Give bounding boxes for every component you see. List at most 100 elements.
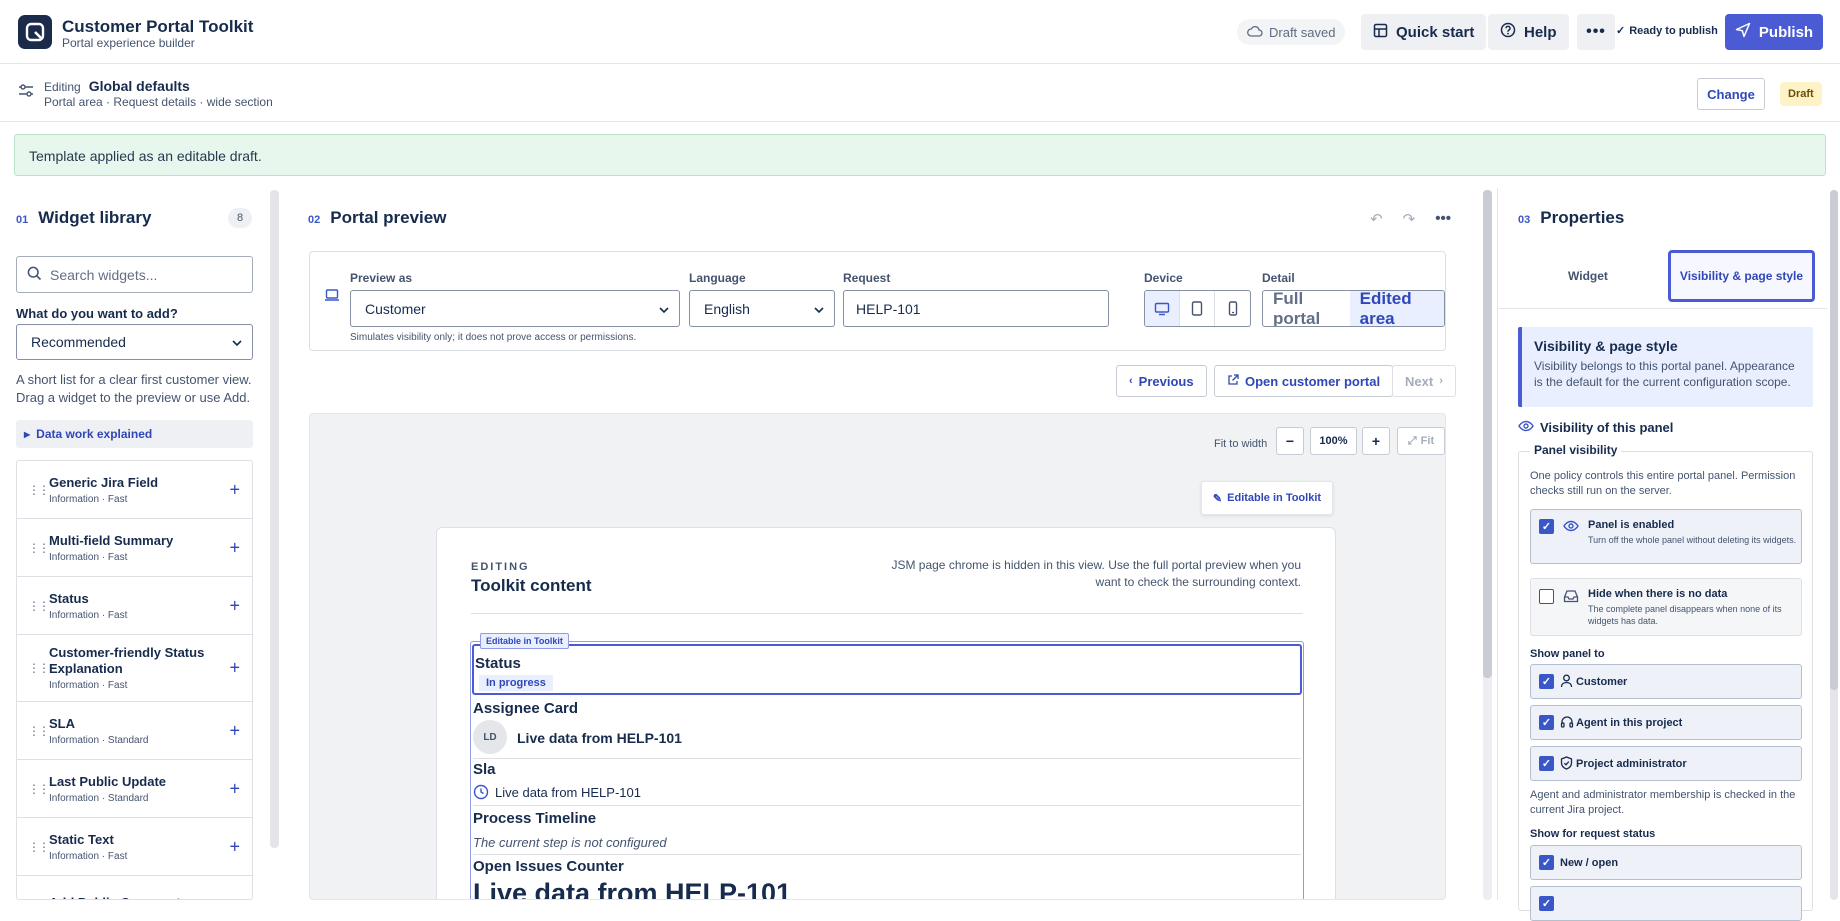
role-checkbox[interactable]: ✓ bbox=[1539, 715, 1554, 730]
panel-enabled-title: Panel is enabled bbox=[1588, 519, 1675, 531]
library-scrollbar[interactable] bbox=[270, 190, 279, 848]
previous-label: Previous bbox=[1138, 373, 1194, 389]
preview-as-select[interactable]: Customer bbox=[350, 290, 680, 327]
role-checkbox[interactable]: ✓ bbox=[1539, 674, 1554, 689]
recommendation-select[interactable]: Recommended bbox=[16, 324, 253, 360]
draft-status: Draft saved bbox=[1237, 19, 1346, 45]
preview-as-label: Preview as bbox=[350, 271, 413, 285]
role-option-customer[interactable]: ✓ Customer bbox=[1530, 664, 1802, 699]
app-logo[interactable] bbox=[18, 15, 52, 49]
status-checkbox[interactable]: ✓ bbox=[1539, 896, 1554, 911]
preview-toolbar: ↶ ↷ ••• bbox=[1370, 210, 1451, 228]
add-widget-icon[interactable]: + bbox=[229, 894, 240, 899]
widget-list-item[interactable]: ⋮⋮Add Public Comment+ bbox=[17, 876, 252, 899]
role-option-agent[interactable]: ✓ Agent in this project bbox=[1530, 705, 1802, 740]
tab-visibility[interactable]: Visibility & page style bbox=[1668, 250, 1815, 302]
template-notice: Template applied as an editable draft. bbox=[14, 134, 1826, 176]
hide-when-empty-option[interactable]: Hide when there is no data The complete … bbox=[1530, 578, 1802, 636]
quick-start-button[interactable]: Quick start bbox=[1361, 14, 1487, 50]
status-widget-selected[interactable]: Status In progress bbox=[472, 644, 1302, 695]
widget-meta: Information · Fast bbox=[49, 850, 128, 862]
open-customer-portal-button[interactable]: Open customer portal bbox=[1214, 365, 1394, 397]
card-title: Toolkit content bbox=[471, 576, 592, 595]
widget-list-item[interactable]: ⋮⋮ Multi-field Summary Information · Fast + bbox=[17, 519, 252, 577]
drag-handle-icon[interactable]: ⋮⋮ bbox=[28, 840, 50, 854]
widget-divider bbox=[473, 758, 1301, 759]
language-select[interactable]: English bbox=[689, 290, 835, 327]
fit-button[interactable]: ⤢ Fit bbox=[1397, 427, 1445, 455]
properties-header: 03 Properties bbox=[1518, 208, 1624, 228]
drag-handle-icon[interactable]: ⋮⋮ bbox=[28, 599, 50, 613]
role-option-admin[interactable]: ✓ Project administrator bbox=[1530, 746, 1802, 781]
draft-badge: Draft bbox=[1780, 82, 1822, 106]
add-widget-icon[interactable]: + bbox=[229, 537, 240, 558]
library-header: 01 Widget library bbox=[16, 208, 151, 228]
portal-preview-panel: 02 Portal preview ↶ ↷ ••• Preview as Cus… bbox=[286, 188, 1495, 900]
drag-handle-icon[interactable]: ⋮⋮ bbox=[28, 483, 50, 497]
tab-widget[interactable]: Widget bbox=[1518, 250, 1658, 302]
widget-list-item[interactable]: ⋮⋮ Generic Jira Field Information · Fast + bbox=[17, 461, 252, 519]
panel-visibility-legend: Panel visibility bbox=[1530, 443, 1622, 457]
zoom-out-button[interactable]: − bbox=[1276, 427, 1304, 455]
detail-label: Detail bbox=[1262, 271, 1295, 285]
request-label: Request bbox=[843, 271, 891, 285]
request-input[interactable]: HELP-101 bbox=[843, 290, 1109, 327]
phone-icon[interactable] bbox=[1215, 291, 1250, 326]
panel-enabled-checkbox[interactable]: ✓ bbox=[1539, 519, 1554, 534]
add-widget-icon[interactable]: + bbox=[229, 720, 240, 741]
drag-handle-icon[interactable]: ⋮⋮ bbox=[28, 782, 50, 796]
tablet-icon[interactable] bbox=[1180, 291, 1215, 326]
add-widget-icon[interactable]: + bbox=[229, 595, 240, 616]
change-scope-button[interactable]: Change bbox=[1697, 78, 1765, 110]
fit-to-width-label: Fit to width bbox=[1214, 438, 1268, 450]
redo-icon[interactable]: ↷ bbox=[1403, 210, 1416, 228]
widget-list-item[interactable]: ⋮⋮ Last Public Update Information · Standa… bbox=[17, 760, 252, 818]
editable-tag: Editable in Toolkit bbox=[480, 633, 569, 649]
status-option-next[interactable]: ✓ bbox=[1530, 886, 1802, 921]
counter-widget-title[interactable]: Open Issues Counter bbox=[473, 858, 624, 875]
search-input[interactable] bbox=[50, 266, 230, 283]
editable-in-toolkit-chip[interactable]: ✎ Editable in Toolkit bbox=[1201, 481, 1333, 515]
drag-handle-icon[interactable]: ⋮⋮ bbox=[28, 724, 50, 738]
role-checkbox[interactable]: ✓ bbox=[1539, 756, 1554, 771]
zoom-in-button[interactable]: + bbox=[1362, 427, 1390, 455]
data-work-toggle[interactable]: ▶ Data work explained bbox=[16, 420, 253, 448]
assignee-widget-title[interactable]: Assignee Card bbox=[473, 700, 578, 717]
triangle-right-icon: ▶ bbox=[24, 429, 31, 439]
preview-number: 02 bbox=[308, 214, 321, 226]
widget-list-item[interactable]: ⋮⋮ Customer-friendly Status Explanation In… bbox=[17, 635, 252, 702]
panel-enabled-option[interactable]: ✓ Panel is enabled Turn off the whole pa… bbox=[1530, 509, 1802, 564]
drag-handle-icon[interactable]: ⋮⋮ bbox=[28, 541, 50, 555]
preview-more-icon[interactable]: ••• bbox=[1435, 210, 1451, 228]
undo-icon[interactable]: ↶ bbox=[1370, 210, 1383, 228]
detail-edited-area[interactable]: Edited area bbox=[1349, 291, 1444, 326]
drag-handle-icon[interactable]: ⋮⋮ bbox=[28, 661, 50, 675]
add-widget-icon[interactable]: + bbox=[229, 836, 240, 857]
detail-full-portal[interactable]: Full portal bbox=[1263, 291, 1350, 326]
hide-when-empty-checkbox[interactable] bbox=[1539, 589, 1554, 604]
publish-button[interactable]: Publish bbox=[1725, 14, 1823, 50]
desktop-icon[interactable] bbox=[1145, 291, 1180, 326]
properties-scrollbar[interactable] bbox=[1830, 190, 1838, 690]
status-option[interactable]: ✓ New / open bbox=[1530, 845, 1802, 880]
next-button[interactable]: Next › bbox=[1392, 365, 1456, 397]
add-widget-icon[interactable]: + bbox=[229, 479, 240, 500]
info-title: Visibility & page style bbox=[1534, 338, 1678, 354]
timeline-widget-title[interactable]: Process Timeline bbox=[473, 810, 596, 827]
status-checkbox[interactable]: ✓ bbox=[1539, 855, 1554, 870]
widget-list-item[interactable]: ⋮⋮ SLA Information · Standard + bbox=[17, 702, 252, 760]
widget-list-item[interactable]: ⋮⋮ Static Text Information · Fast + bbox=[17, 818, 252, 876]
preview-scrollbar[interactable] bbox=[1483, 190, 1492, 678]
assignee-value: Live data from HELP-101 bbox=[517, 730, 682, 746]
visibility-heading: Visibility of this panel bbox=[1518, 420, 1673, 435]
add-widget-icon[interactable]: + bbox=[229, 778, 240, 799]
widget-search[interactable] bbox=[16, 256, 253, 293]
add-widget-icon[interactable]: + bbox=[229, 658, 240, 679]
previous-button[interactable]: ‹ Previous bbox=[1116, 365, 1207, 397]
widget-list-item[interactable]: ⋮⋮ Status Information · Fast + bbox=[17, 577, 252, 635]
counter-value: Live data from HELP-101 bbox=[473, 878, 792, 900]
chevron-down-icon bbox=[232, 334, 242, 350]
sla-widget-title[interactable]: Sla bbox=[473, 761, 496, 778]
more-button[interactable]: ••• bbox=[1577, 14, 1615, 50]
help-button[interactable]: Help bbox=[1488, 14, 1569, 50]
